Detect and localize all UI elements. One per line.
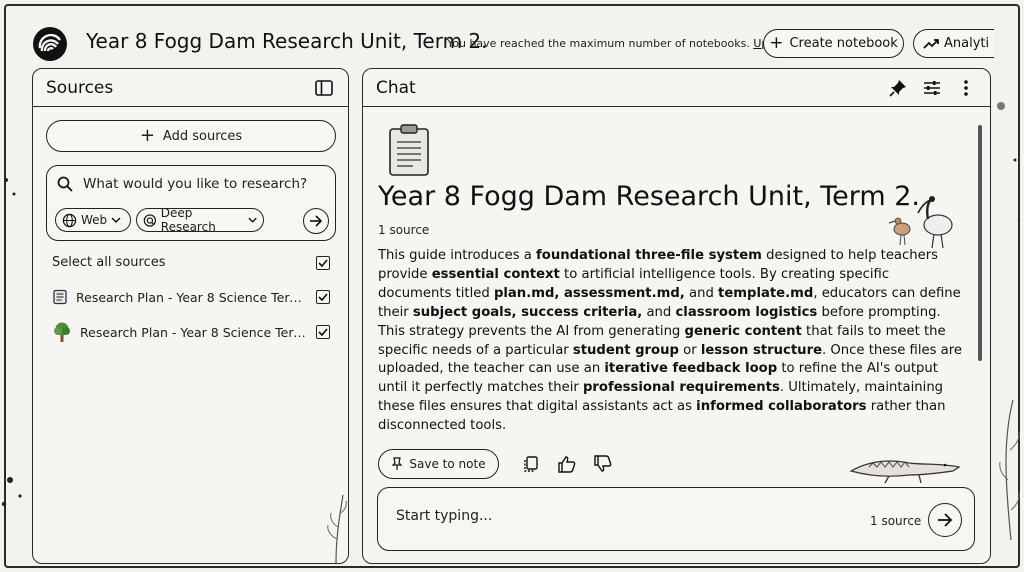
summary-text-segment: and — [642, 304, 676, 320]
chat-heading: Chat — [376, 77, 416, 98]
deep-chip-label: Deep Research — [160, 206, 216, 234]
sources-panel: Sources + Add sources What would you lik… — [32, 68, 349, 564]
collapse-panel-icon[interactable] — [313, 77, 335, 99]
chat-panel: Chat Year 8 Fogg Dam Research Unit, Term… — [362, 68, 991, 564]
summary-text-segment: This guide introduces a — [378, 248, 537, 263]
summary-text-segment: and — [684, 285, 719, 301]
add-sources-label: Add sources — [162, 128, 243, 144]
select-all-label: Select all sources — [52, 255, 166, 270]
plus-icon: + — [139, 125, 155, 146]
tree-icon — [54, 322, 70, 342]
summary-highlight: subject goals, success criteria, — [412, 304, 643, 320]
sources-header: Sources — [33, 69, 348, 107]
document-icon — [53, 289, 67, 305]
globe-icon — [62, 213, 77, 227]
summary-highlight: professional requirements — [582, 380, 780, 396]
chat-header: Chat — [363, 69, 990, 107]
chat-scrollbar[interactable] — [978, 125, 982, 361]
search-icon — [57, 176, 73, 192]
summary-text-segment: or — [678, 342, 701, 358]
summary-highlight: template.md — [718, 285, 814, 301]
check-icon — [318, 328, 328, 336]
source-checkbox[interactable] — [316, 290, 330, 304]
arrow-right-icon — [310, 215, 323, 227]
source-item-label: Research Plan - Year 8 Science Term 2 ..… — [80, 324, 308, 340]
input-source-count: 1 source — [870, 514, 922, 528]
summary-highlight: plan.md, assessment.md, — [493, 285, 685, 301]
web-chip-label: Web — [81, 213, 108, 227]
thumbs-up-icon[interactable] — [556, 453, 578, 475]
source-item[interactable]: Research Plan - Year 8 Science Term 2 ..… — [52, 289, 330, 305]
summary-highlight: essential context — [431, 266, 560, 282]
summary-highlight: informed collaborators — [696, 399, 867, 415]
app-header: Year 8 Fogg Dam Research Unit, Term 2. Y… — [0, 0, 1024, 66]
message-actions — [520, 453, 614, 475]
notebook-summary: This guide introduces a foundational thr… — [378, 247, 963, 436]
trend-up-icon — [923, 38, 939, 49]
sources-heading: Sources — [46, 77, 114, 98]
research-search[interactable]: What would you like to research? — [57, 176, 307, 192]
summary-highlight: generic content — [684, 323, 802, 339]
clipboard-icon — [389, 124, 429, 176]
ink-splatter-icon — [1, 178, 22, 507]
source-checkbox[interactable] — [316, 325, 330, 339]
summary-highlight: lesson structure — [700, 342, 823, 358]
source-item-label: Research Plan - Year 8 Science Term 2 ..… — [76, 289, 308, 305]
crocodile-icon — [849, 460, 961, 484]
save-note-label: Save to note — [409, 457, 486, 471]
summary-highlight: student group — [572, 342, 679, 358]
summary-highlight: foundational three-file system — [536, 248, 762, 263]
fern-decoration-icon — [327, 494, 347, 563]
arrow-right-icon — [938, 513, 953, 527]
summary-highlight: iterative feedback loop — [604, 361, 778, 377]
vine-decoration-icon — [997, 102, 1021, 541]
submit-research-button[interactable] — [303, 208, 329, 234]
more-options-icon[interactable] — [955, 77, 977, 99]
pin-icon — [391, 457, 403, 470]
send-button[interactable] — [928, 503, 962, 537]
save-to-note-button[interactable]: Save to note — [378, 449, 499, 479]
source-item[interactable]: Research Plan - Year 8 Science Term 2 ..… — [52, 321, 330, 343]
chat-input[interactable] — [396, 508, 836, 524]
analytics-label: Analyti — [944, 36, 990, 51]
research-placeholder: What would you like to research? — [83, 176, 308, 192]
create-notebook-label: Create notebook — [789, 36, 898, 51]
select-all-checkbox[interactable] — [316, 255, 330, 270]
create-notebook-button[interactable]: + Create notebook — [763, 29, 904, 58]
summary-highlight: classroom logistics — [675, 304, 818, 320]
chat-input-box: 1 source — [377, 487, 975, 551]
deep-research-icon — [143, 213, 157, 227]
analytics-button[interactable]: Analyti — [913, 29, 994, 58]
add-sources-button[interactable]: + Add sources — [46, 120, 336, 152]
notebook-title[interactable]: Year 8 Fogg Dam Research Unit, Term 2. — [86, 29, 488, 53]
pin-icon[interactable] — [887, 77, 909, 99]
check-icon — [318, 293, 328, 301]
chevron-down-icon — [111, 217, 121, 224]
tune-settings-icon[interactable] — [921, 77, 943, 99]
source-count: 1 source — [378, 223, 430, 237]
select-all-row: Select all sources — [52, 255, 330, 270]
thumbs-down-icon[interactable] — [592, 453, 614, 475]
chat-toolbar — [887, 77, 977, 99]
check-icon — [318, 258, 328, 267]
copy-icon[interactable] — [520, 453, 542, 475]
limit-message-text: You have reached the maximum number of n… — [447, 37, 750, 50]
chevron-down-icon — [248, 217, 257, 223]
plus-icon: + — [769, 33, 784, 53]
web-source-dropdown[interactable]: Web — [55, 208, 131, 232]
notebook-limit-message: You have reached the maximum number of n… — [447, 37, 800, 50]
app-logo-icon[interactable] — [33, 27, 67, 61]
ibis-birds-icon — [888, 196, 953, 249]
research-box: What would you like to research? Web Dee… — [46, 165, 336, 241]
document-title: Year 8 Fogg Dam Research Unit, Term 2. — [378, 181, 921, 212]
deep-research-dropdown[interactable]: Deep Research — [136, 206, 264, 234]
